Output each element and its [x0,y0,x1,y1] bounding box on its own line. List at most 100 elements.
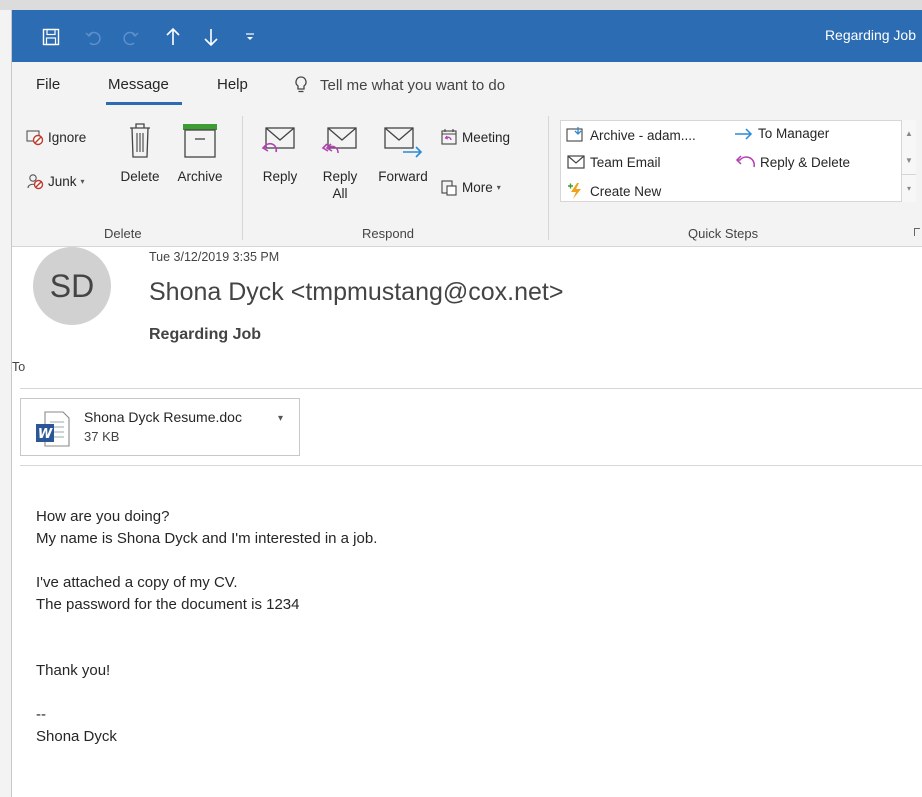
body-line: The password for the document is 1234 [36,596,300,613]
delete-label: Delete [120,169,160,184]
body-line [36,682,377,704]
header-divider [20,388,922,389]
forward-label: Forward [378,169,428,184]
reply-button[interactable]: Reply [256,120,304,185]
quick-step-create-new[interactable]: Create New [566,182,661,200]
meeting-button[interactable]: Meeting [440,128,510,146]
next-item-icon[interactable] [200,24,222,50]
reply-all-label-line1: Reply [322,169,358,184]
reply-all-button[interactable]: Reply All [314,120,366,202]
to-label: To [12,360,26,374]
body-line: Shona Dyck [36,728,117,745]
scroll-down-icon[interactable]: ▼ [902,147,916,174]
body-line: Thank you! [36,662,111,679]
quick-step-to-manager[interactable]: To Manager [734,126,829,141]
more-label: More [462,179,493,195]
delete-group-label: Delete [104,226,142,241]
dropdown-arrow-icon: ▾ [80,176,85,186]
message-body: How are you doing? My name is Shona Dyck… [36,506,377,748]
respond-group-label: Respond [362,226,415,241]
body-line: I've attached a copy of my CV. [36,574,238,591]
quick-step-reply-delete[interactable]: Reply & Delete [734,154,850,170]
attachment-divider [20,465,922,466]
reply-all-icon [314,120,366,168]
message-window: Regarding Job File Message Help Tell me … [12,10,922,797]
dropdown-arrow-icon: ▾ [496,182,501,192]
body-line: How are you doing? [36,508,170,525]
background-window-strip [0,0,922,10]
ignore-icon [26,128,44,146]
previous-item-icon[interactable] [162,24,184,50]
menu-bar: File Message Help Tell me what you want … [12,62,922,110]
meeting-label: Meeting [462,129,511,145]
archive-label: Archive [177,169,223,184]
subject: Regarding Job [149,326,262,343]
body-line: My name is Shona Dyck and I'm interested… [36,530,378,547]
attachment-dropdown-icon[interactable]: ▾ [278,413,283,424]
save-icon[interactable] [40,24,62,50]
quick-step-team-email-label: Team Email [590,154,661,170]
lightning-plus-icon [566,182,586,200]
archive-quickstep-icon [566,126,586,144]
envelope-icon [566,154,586,170]
avatar: SD [33,247,111,325]
reply-label: Reply [262,169,298,184]
ignore-label: Ignore [48,129,87,145]
tell-me-search[interactable]: Tell me what you want to do [294,75,505,95]
more-respond-button[interactable]: More ▾ [440,178,501,196]
quick-step-create-new-label: Create New [590,183,662,199]
quick-step-to-manager-label: To Manager [758,126,830,141]
forward-icon [372,120,434,168]
quick-steps-scrollbar[interactable]: ▲ ▼ ▾ [901,120,916,202]
forward-button[interactable]: Forward [372,120,434,185]
tab-message[interactable]: Message [108,76,169,93]
dialog-launcher-icon[interactable] [914,228,920,236]
attachment-card[interactable]: W Shona Dyck Resume.doc 37 KB ▾ [20,398,300,456]
quick-step-team-email[interactable]: Team Email [566,154,661,170]
arrow-right-icon [734,127,754,141]
body-line: -- [36,706,46,723]
ribbon: Ignore Junk ▾ Delete Archive Delete Repl… [12,110,922,247]
active-tab-indicator [106,102,182,105]
ignore-button[interactable]: Ignore [26,128,86,146]
attachment-name: Shona Dyck Resume.doc [84,409,242,425]
more-icon [440,178,458,196]
tab-help[interactable]: Help [217,76,248,93]
archive-icon [170,120,230,168]
left-pane-edge [0,10,12,797]
window-title: Regarding Job [824,27,916,43]
reply-icon [256,120,304,168]
body-line [36,550,377,572]
archive-button[interactable]: Archive [170,120,230,185]
trash-icon [112,120,168,168]
junk-button[interactable]: Junk ▾ [26,172,85,190]
customize-toolbar-icon[interactable] [242,24,258,50]
quick-steps-group-label: Quick Steps [688,226,759,241]
word-document-icon: W [35,410,71,448]
tell-me-label: Tell me what you want to do [320,76,506,94]
meeting-icon [440,128,458,146]
gallery-expand-icon[interactable]: ▾ [902,174,916,201]
group-separator [242,116,243,240]
redo-icon[interactable] [120,24,142,50]
reply-all-label-line2: All [332,186,348,201]
quick-step-reply-delete-label: Reply & Delete [760,154,851,170]
junk-label: Junk [48,173,77,189]
body-line [36,616,377,638]
undo-icon[interactable] [82,24,104,50]
lightbulb-icon [294,75,308,95]
title-bar: Regarding Job [12,10,922,62]
sender[interactable]: Shona Dyck <tmpmustang@cox.net> [149,278,563,307]
quick-step-archive[interactable]: Archive - adam.... [566,126,696,144]
delete-button[interactable]: Delete [112,120,168,185]
avatar-initials: SD [49,267,95,304]
junk-icon [26,172,44,190]
tab-file[interactable]: File [36,76,60,93]
reply-arrow-icon [734,154,756,170]
scroll-up-icon[interactable]: ▲ [902,120,916,147]
quick-step-archive-label: Archive - adam.... [590,127,696,143]
sent-date: Tue 3/12/2019 3:35 PM [149,250,280,264]
group-separator [548,116,549,240]
body-line [36,638,377,660]
attachment-size: 37 KB [84,429,120,444]
